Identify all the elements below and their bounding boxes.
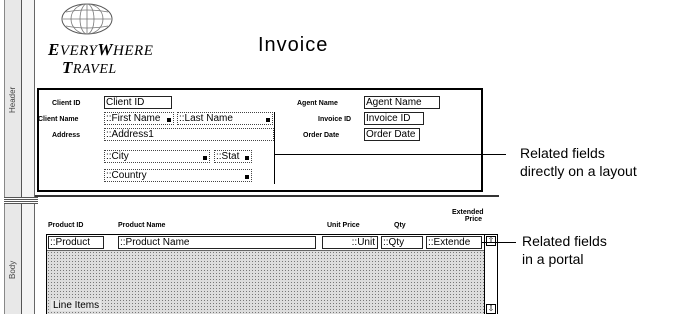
invoice-id-label: Invoice ID xyxy=(318,116,352,123)
last-name-field[interactable]: ::Last Name xyxy=(177,112,273,125)
body-part-edge xyxy=(22,204,35,314)
first-name-field[interactable]: ::First Name xyxy=(104,112,174,125)
callout-leader-line xyxy=(482,242,516,243)
resize-handle-icon[interactable] xyxy=(245,156,249,160)
column-header-product-name: Product Name xyxy=(118,222,166,229)
client-id-label: Client ID xyxy=(52,100,81,107)
portal-unit-price-field[interactable]: ::Unit xyxy=(322,236,378,249)
callout-layout-text: Related fields directly on a layout xyxy=(520,145,637,179)
header-part-edge xyxy=(22,0,35,197)
resize-handle-icon[interactable] xyxy=(266,118,270,122)
resize-handle-icon[interactable] xyxy=(203,156,207,160)
resize-handle-icon[interactable] xyxy=(167,118,171,122)
portal-table-label: Line Items xyxy=(51,300,102,311)
client-name-label: Client Name xyxy=(38,116,79,123)
logo-text-line2: TRAVEL xyxy=(62,58,117,77)
body-part-tab[interactable]: Body xyxy=(4,250,22,290)
order-date-label: Order Date xyxy=(303,132,340,139)
country-field[interactable]: ::Country xyxy=(104,169,252,182)
invoice-id-field[interactable]: Invoice ID xyxy=(364,112,424,125)
agent-name-label: Agent Name xyxy=(297,100,338,107)
resize-handle-icon[interactable] xyxy=(245,175,249,179)
portal-qty-field[interactable]: ::Qty xyxy=(381,236,423,249)
portal-product-name-field[interactable]: ::Product Name xyxy=(118,236,316,249)
address1-field[interactable]: ::Address1 xyxy=(104,128,274,141)
address-label: Address xyxy=(52,132,81,139)
column-header-extended-price: Extended Price xyxy=(452,209,484,223)
order-date-field[interactable]: Order Date xyxy=(364,128,420,141)
callout-bracket xyxy=(274,112,275,184)
scroll-down-arrow-icon[interactable]: ⇩ xyxy=(486,304,496,314)
column-header-product-id: Product ID xyxy=(48,222,84,229)
portal-empty-rows xyxy=(47,251,485,314)
portal-extended-price-field[interactable]: ::Extende xyxy=(426,236,482,249)
state-field[interactable]: ::Stat xyxy=(214,150,252,163)
column-header-unit-price: Unit Price xyxy=(327,222,360,229)
client-id-field[interactable]: Client ID xyxy=(104,96,172,109)
portal-scrollbar[interactable]: ⇧ ⇩ xyxy=(484,235,497,314)
scroll-up-arrow-icon[interactable]: ⇧ xyxy=(486,236,496,246)
callout-leader-line xyxy=(274,154,506,155)
logo-text-line1: EVERYWHERE xyxy=(48,40,154,59)
agent-name-field[interactable]: Agent Name xyxy=(364,96,440,109)
column-header-qty: Qty xyxy=(394,222,406,229)
callout-portal-text: Related fields in a portal xyxy=(522,233,607,267)
city-field[interactable]: ::City xyxy=(104,150,210,163)
page-title: Invoice xyxy=(258,34,329,56)
globe-logo-icon xyxy=(61,3,113,35)
header-part-tab[interactable]: Header xyxy=(4,70,22,130)
portal-product-id-field[interactable]: ::Product xyxy=(48,236,104,249)
part-divider[interactable] xyxy=(4,197,38,204)
